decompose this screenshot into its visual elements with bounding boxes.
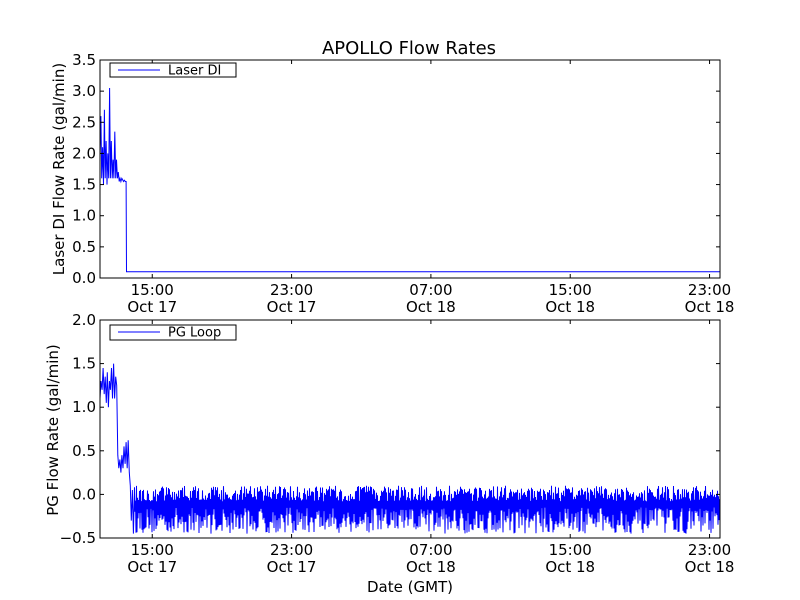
y-tick-label: 3.5 <box>72 51 96 69</box>
x-tick-time-label: 15:00 <box>549 281 592 299</box>
y-tick-label: 0.5 <box>72 442 96 460</box>
y-tick-label: 2.5 <box>72 113 96 131</box>
x-tick-time-label: 23:00 <box>270 281 313 299</box>
x-tick-time-label: 23:00 <box>688 281 731 299</box>
x-tick-time-label: 07:00 <box>409 281 452 299</box>
y-tick-label: 1.5 <box>72 355 96 373</box>
y-tick-label: −0.5 <box>60 529 96 547</box>
y-tick-label: 3.0 <box>72 82 96 100</box>
x-tick-date-label: Oct 17 <box>127 298 177 316</box>
x-tick-time-label: 15:00 <box>549 541 592 559</box>
y-tick-label: 1.0 <box>72 207 96 225</box>
legend-label-laser-di: Laser DI <box>168 64 221 79</box>
y-tick-label: 2.0 <box>72 311 96 329</box>
legend-label-pg-loop: PG Loop <box>168 326 221 341</box>
y-tick-label: 0.0 <box>72 269 96 287</box>
x-tick-date-label: Oct 18 <box>685 558 735 576</box>
x-tick-date-label: Oct 17 <box>267 298 317 316</box>
y-tick-label: 1.5 <box>72 176 96 194</box>
x-tick-time-label: 07:00 <box>409 541 452 559</box>
y-tick-label: 2.0 <box>72 144 96 162</box>
x-tick-date-label: Oct 18 <box>406 558 456 576</box>
x-tick-date-label: Oct 18 <box>406 298 456 316</box>
y-tick-label: 1.0 <box>72 398 96 416</box>
chart-title: APOLLO Flow Rates <box>322 38 496 59</box>
x-tick-time-label: 23:00 <box>270 541 313 559</box>
laser-di-legend: Laser DI <box>109 62 237 79</box>
x-tick-time-label: 15:00 <box>131 281 174 299</box>
y-tick-label: 0.0 <box>72 485 96 503</box>
x-tick-date-label: Oct 17 <box>267 558 317 576</box>
laser-di-y-axis-label: Laser DI Flow Rate (gal/min) <box>50 63 68 275</box>
figure: APOLLO Flow Rates 0.0 0.5 1.0 1.5 2.0 2.5 3.0 3… <box>0 0 800 600</box>
x-tick-date-label: Oct 18 <box>545 298 595 316</box>
x-axis-label: Date (GMT) <box>367 578 453 596</box>
x-tick-date-label: Oct 17 <box>127 558 177 576</box>
pg-loop-legend: PG Loop <box>109 324 237 341</box>
x-tick-date-label: Oct 18 <box>545 558 595 576</box>
y-tick-label: 0.5 <box>72 238 96 256</box>
x-tick-date-label: Oct 18 <box>685 298 735 316</box>
x-tick-time-label: 15:00 <box>131 541 174 559</box>
x-tick-time-label: 23:00 <box>688 541 731 559</box>
pg-loop-y-axis-label: PG Flow Rate (gal/min) <box>44 344 62 516</box>
